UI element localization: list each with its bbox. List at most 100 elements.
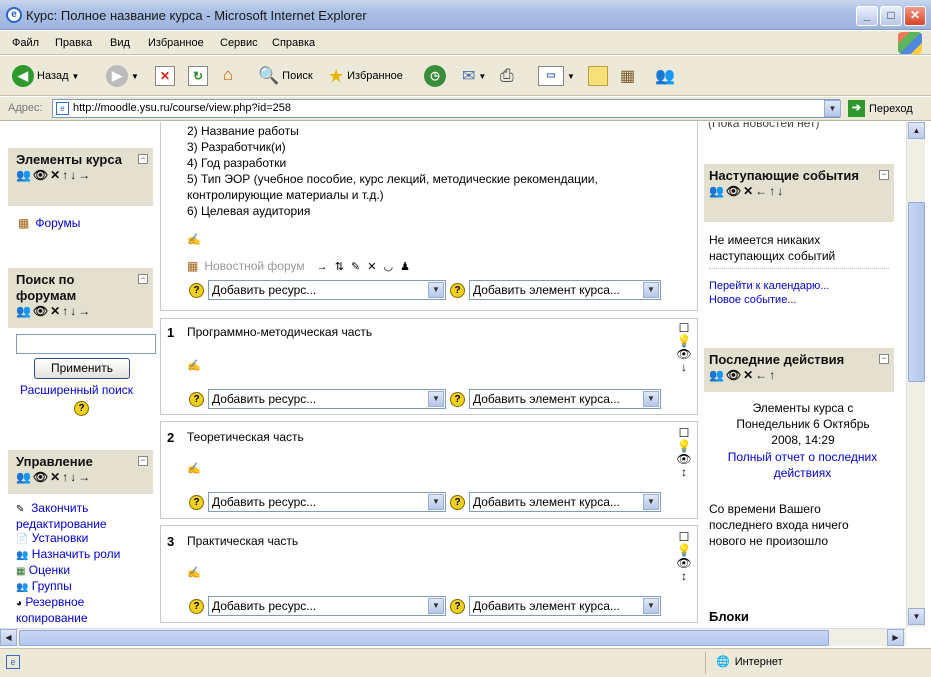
new-event-link[interactable]: Новое событие... (709, 294, 797, 306)
news-forum-link[interactable]: Новостной форум (204, 259, 304, 273)
add-row: ? Добавить ресурс... ▼ ? Добавить элемент… (189, 492, 661, 512)
add-activity-select[interactable]: Добавить элемент курса... ▼ (469, 492, 661, 512)
edit-summary-icon[interactable]: ✍ (187, 462, 201, 475)
upcoming-block-header: Наступающие события − 👥👁✕←↑↓ (704, 164, 894, 222)
help-icon[interactable]: ? (189, 494, 204, 510)
mail-icon: ✉ (462, 68, 476, 85)
help-icon[interactable]: ? (74, 401, 89, 416)
groups-icon: 👥 (16, 582, 29, 593)
activity-edit-icons[interactable]: → ⇅ ✎ ✕ ◡ ♟ (317, 260, 412, 273)
collapse-icon[interactable]: − (138, 274, 148, 284)
block-edit-icons[interactable]: 👥👁✕↑↓→ (16, 470, 149, 484)
help-icon[interactable]: ? (189, 282, 204, 298)
refresh-button[interactable]: ↻ (188, 64, 208, 88)
status-divider (705, 652, 706, 674)
add-activity-select[interactable]: Добавить элемент курса... ▼ (469, 280, 661, 300)
mail-button[interactable]: ✉ ▼ (462, 64, 486, 88)
messenger-icon: 👥 (655, 68, 675, 85)
add-row: ? Добавить ресурс... ▼ ? Добавить элемент… (189, 389, 661, 409)
close-button[interactable]: ✕ (904, 6, 926, 26)
admin-item[interactable]: 👥 Назначить роли (16, 547, 156, 563)
search-button[interactable]: 🔍 Поиск (258, 64, 313, 88)
help-icon[interactable]: ? (189, 598, 204, 614)
horizontal-scrollbar[interactable]: ◀ ▶ (0, 628, 906, 646)
menu-favorites[interactable]: Избранное (148, 37, 204, 49)
collapse-icon[interactable]: − (138, 456, 148, 466)
help-icon[interactable]: ? (450, 494, 465, 510)
help-icon[interactable]: ? (450, 282, 465, 298)
stop-button[interactable]: ✕ (155, 64, 175, 88)
advanced-search-link[interactable]: Расширенный поиск (20, 383, 133, 397)
discuss-button[interactable] (588, 64, 608, 88)
calendar-link[interactable]: Перейти к календарю... (709, 280, 829, 292)
collapse-icon[interactable]: − (879, 170, 889, 180)
move-updown-icon[interactable]: ↕ (676, 570, 692, 583)
go-button[interactable]: ➔ Переход (848, 100, 913, 117)
news-forum-row: ▦ Новостной форум → ⇅ ✎ ✕ ◡ ♟ (187, 259, 412, 273)
menu-file[interactable]: Файл (12, 37, 39, 49)
menu-edit[interactable]: Правка (55, 37, 92, 49)
print-button[interactable]: ⎙ (500, 64, 514, 88)
admin-item[interactable]: ◕ Резервное копирование (16, 595, 156, 625)
add-resource-select[interactable]: Добавить ресурс... ▼ (208, 280, 446, 300)
edit-summary-icon[interactable]: ✍ (187, 233, 201, 246)
admin-item[interactable]: ✎ Закончить редактирование (16, 501, 156, 531)
forums-link[interactable]: Форумы (35, 216, 80, 230)
collapse-icon[interactable]: − (138, 154, 148, 164)
full-report-link[interactable]: Полный отчет о последних действиях (710, 449, 895, 481)
address-dropdown[interactable]: ▼ (824, 100, 841, 117)
section-number: 3 (167, 534, 175, 549)
scroll-left-icon[interactable]: ◀ (0, 629, 17, 646)
add-resource-select[interactable]: Добавить ресурс... ▼ (208, 389, 446, 409)
collapse-icon[interactable]: − (879, 354, 889, 364)
admin-item[interactable]: ▦ Оценки (16, 563, 156, 579)
messenger-button[interactable]: 👥 (655, 64, 675, 88)
apply-button[interactable]: Применить (34, 358, 130, 379)
section-title: Теоретическая часть (187, 430, 304, 444)
add-resource-select[interactable]: Добавить ресурс... ▼ (208, 596, 446, 616)
address-input[interactable]: e http://moodle.ysu.ru/course/view.php?i… (52, 99, 840, 118)
menu-help[interactable]: Справка (272, 37, 315, 49)
help-icon[interactable]: ? (189, 391, 204, 407)
add-activity-select[interactable]: Добавить элемент курса... ▼ (469, 596, 661, 616)
scroll-down-icon[interactable]: ▼ (908, 608, 925, 625)
vertical-scrollbar[interactable]: ▲ ▼ (906, 122, 925, 627)
scroll-thumb[interactable] (19, 630, 829, 646)
chevron-down-icon: ▼ (643, 282, 659, 298)
history-button[interactable]: ◷ (424, 64, 446, 88)
help-icon[interactable]: ? (450, 598, 465, 614)
home-button[interactable]: ⌂ (218, 64, 238, 88)
admin-item[interactable]: 👥 Группы (16, 579, 156, 595)
minimize-button[interactable]: _ (856, 6, 878, 26)
scroll-up-icon[interactable]: ▲ (908, 122, 925, 139)
block-edit-icons[interactable]: 👥👁✕↑↓→ (16, 304, 149, 318)
edit-summary-icon[interactable]: ✍ (187, 359, 201, 372)
menu-tools[interactable]: Сервис (220, 37, 258, 49)
scroll-right-icon[interactable]: ▶ (887, 629, 904, 646)
block-edit-icons[interactable]: 👥👁✕↑↓→ (16, 168, 149, 182)
scroll-thumb[interactable] (908, 202, 925, 382)
add-activity-select[interactable]: Добавить элемент курса... ▼ (469, 389, 661, 409)
back-button[interactable]: ◀ Назад ▼ (12, 64, 79, 88)
move-updown-icon[interactable]: ↕ (676, 466, 692, 479)
forums-link-row[interactable]: ▦ Форумы (18, 216, 80, 230)
section-2-controls: ☐ 💡 👁 ↕ (676, 427, 692, 479)
favorites-button[interactable]: ★ Избранное (328, 64, 403, 88)
add-resource-select[interactable]: Добавить ресурс... ▼ (208, 492, 446, 512)
chevron-down-icon: ▼ (643, 494, 659, 510)
edit-button[interactable]: ▭ ▼ (538, 64, 575, 88)
recent-block-header: Последние действия − 👥👁✕←↑ (704, 348, 894, 392)
block-edit-icons[interactable]: 👥👁✕←↑↓ (709, 184, 890, 198)
admin-item[interactable]: 📄 Установки (16, 531, 156, 547)
block-edit-icons[interactable]: 👥👁✕←↑ (709, 368, 890, 382)
intro-text: 2) Название работы 3) Разработчик(и) 4) … (187, 124, 598, 218)
forward-button[interactable]: ▶ ▼ (106, 64, 139, 88)
maximize-button[interactable]: □ (880, 6, 902, 26)
forum-search-input[interactable] (16, 334, 156, 354)
menu-view[interactable]: Вид (110, 37, 130, 49)
elements-block-title: Элементы курса (16, 152, 122, 167)
research-button[interactable]: ▦ (620, 64, 635, 88)
edit-summary-icon[interactable]: ✍ (187, 566, 201, 579)
move-down-icon[interactable]: ↓ (676, 361, 692, 374)
help-icon[interactable]: ? (450, 391, 465, 407)
